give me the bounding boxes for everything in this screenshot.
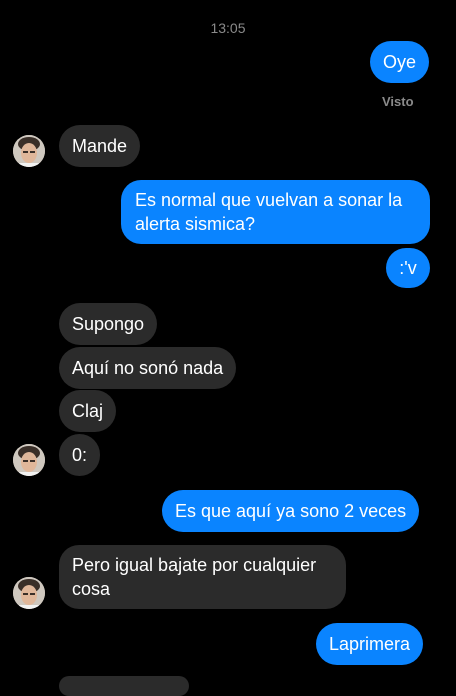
message-bubble-incoming[interactable]: Aquí no sonó nada xyxy=(59,347,237,389)
message-bubble-outgoing[interactable]: Es que aquí ya sono 2 veces xyxy=(162,490,420,532)
message-bubble-outgoing[interactable]: Oye xyxy=(370,41,430,83)
message-bubble-outgoing[interactable]: :'v xyxy=(386,248,430,288)
message-bubble-incoming-partial[interactable] xyxy=(59,676,189,696)
message-bubble-incoming[interactable]: 0: xyxy=(59,434,101,476)
message-bubble-outgoing[interactable]: Es normal que vuelvan a sonar la alerta … xyxy=(121,180,430,244)
seen-status: Visto xyxy=(382,94,414,109)
chat-timestamp: 13:05 xyxy=(210,20,246,36)
contact-avatar[interactable] xyxy=(13,577,45,609)
message-bubble-incoming[interactable]: Supongo xyxy=(59,303,158,345)
message-bubble-incoming[interactable]: Claj xyxy=(59,390,117,432)
message-bubble-incoming[interactable]: Mande xyxy=(59,125,141,167)
contact-avatar[interactable] xyxy=(13,135,45,167)
contact-avatar[interactable] xyxy=(13,444,45,476)
message-bubble-incoming[interactable]: Pero igual bajate por cualquier cosa xyxy=(59,545,346,609)
message-bubble-outgoing[interactable]: Laprimera xyxy=(316,623,424,665)
